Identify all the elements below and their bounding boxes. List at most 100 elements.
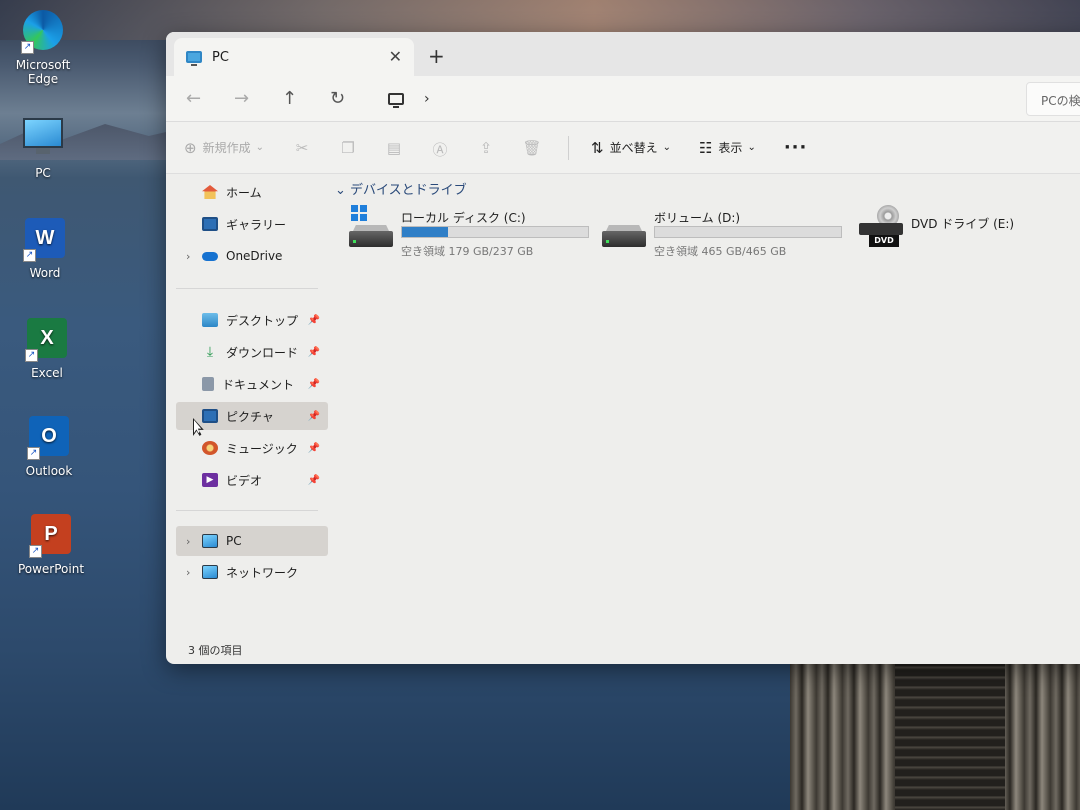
back-button[interactable]: ← [186,88,234,109]
expand-chevron-icon[interactable]: › [186,535,190,548]
pin-icon[interactable]: 📌 [308,315,320,326]
desktop-icon-edge[interactable]: ↗ Microsoft Edge [0,10,86,86]
refresh-button[interactable]: ↻ [330,88,378,109]
sidebar-item-music[interactable]: ミュージック 📌 [176,434,328,462]
sidebar-item-label: ミュージック [226,441,298,456]
share-icon[interactable]: ⇪ [476,139,496,157]
desktop-icon-powerpoint[interactable]: P ↗ PowerPoint [8,514,94,576]
shortcut-arrow-icon: ↗ [25,349,38,362]
expand-chevron-icon[interactable]: › [186,250,190,263]
drive-d[interactable]: ボリューム (D:) 空き領域 465 GB/465 GB [602,209,862,258]
delete-icon[interactable]: 🗑 [522,139,542,157]
dvd-drive-icon [859,223,903,235]
file-explorer-window: PC ✕ + ← → ↑ ↻ › PCの検 ⊕ 新規作成 ⌄ ✂ ❐ ▤ Ⓐ ⇪… [166,32,1080,664]
powerpoint-icon: P ↗ [29,514,73,558]
pc-icon [21,118,65,162]
sidebar-item-documents[interactable]: ドキュメント 📌 [176,370,328,398]
new-button[interactable]: ⊕ 新規作成 ⌄ [184,139,264,157]
sidebar-item-label: デスクトップ [226,313,299,328]
wallpaper-pier-steps [895,660,1005,810]
content-pane: ⌄ デバイスとドライブ ローカル ディスク (C:) 空き領域 179 GB/2… [331,174,1080,664]
sidebar-item-label: ダウンロード [226,345,299,360]
hard-drive-icon [602,231,646,247]
desktop-icon-label: Outlook [25,464,73,478]
sidebar-item-label: ネットワーク [226,565,299,580]
chevron-down-icon: ⌄ [662,142,671,153]
sidebar-item-desktop[interactable]: デスクトップ 📌 [176,306,328,334]
pin-icon[interactable]: 📌 [308,443,320,454]
up-button[interactable]: ↑ [282,88,330,109]
sidebar-divider [176,288,318,289]
group-header[interactable]: ⌄ デバイスとドライブ [335,179,467,198]
onedrive-icon [202,251,218,261]
sidebar-item-label: ドキュメント [222,377,295,392]
dvd-badge: DVD [869,235,899,247]
sidebar-item-label: ギャラリー [226,217,287,232]
sort-button[interactable]: ⇅ 並べ替え ⌄ [591,139,671,157]
storage-bar [401,226,589,238]
desktop-icon-label: PC [35,166,51,180]
command-separator [567,135,569,160]
rename-icon[interactable]: Ⓐ [430,139,450,159]
navigation-pane: ホーム ギャラリー › OneDrive デスクトップ 📌 ⤓ ダウンロード 📌 [166,174,328,664]
sidebar-item-label: PC [226,534,242,548]
new-tab-button[interactable]: + [428,44,445,68]
view-button[interactable]: ☷ 表示 ⌄ [699,139,756,157]
cut-icon[interactable]: ✂ [292,139,312,157]
tab-title: PC [212,49,229,65]
desktop-icon-excel[interactable]: X ↗ Excel [4,318,90,380]
drive-c[interactable]: ローカル ディスク (C:) 空き領域 179 GB/237 GB [349,205,609,258]
explorer-body: ホーム ギャラリー › OneDrive デスクトップ 📌 ⤓ ダウンロード 📌 [166,174,1080,664]
new-label: 新規作成 [202,141,251,155]
command-bar: ⊕ 新規作成 ⌄ ✂ ❐ ▤ Ⓐ ⇪ 🗑 ⇅ 並べ替え ⌄ ☷ 表示 ⌄ ··· [166,122,1080,174]
sidebar-item-gallery[interactable]: ギャラリー [176,210,328,238]
sidebar-item-home[interactable]: ホーム [176,178,328,206]
edge-icon: ↗ [21,10,65,54]
pc-icon [186,51,202,66]
sidebar-item-label: ホーム [226,185,262,200]
breadcrumb-chevron-icon[interactable]: › [424,91,430,107]
status-bar-item-count: 3 個の項目 [188,644,243,657]
shortcut-arrow-icon: ↗ [29,545,42,558]
sidebar-item-onedrive[interactable]: › OneDrive [176,242,328,270]
sidebar-item-network[interactable]: › ネットワーク [176,558,328,586]
search-input[interactable]: PCの検 [1026,82,1080,116]
sort-icon: ⇅ [590,138,604,157]
chevron-down-icon: ⌄ [335,183,351,198]
desktop-icon-label: Microsoft Edge [15,58,71,86]
forward-button[interactable]: → [234,88,282,109]
copy-icon[interactable]: ❐ [338,139,358,157]
network-icon [202,565,218,579]
shortcut-arrow-icon: ↗ [23,249,36,262]
desktop-icon-label: Word [29,266,61,280]
group-header-label: デバイスとドライブ [350,183,467,198]
drive-free-space: 空き領域 465 GB/465 GB [654,245,787,258]
drive-free-space: 空き領域 179 GB/237 GB [401,245,534,258]
gallery-icon [202,217,218,231]
desktop-icon-outlook[interactable]: O ↗ Outlook [6,416,92,478]
sidebar-item-videos[interactable]: ▶ ビデオ 📌 [176,466,328,494]
desktop-icon-word[interactable]: W ↗ Word [2,218,88,280]
view-label: 表示 [718,141,743,155]
word-icon: W ↗ [23,218,67,262]
pin-icon[interactable]: 📌 [308,379,320,390]
expand-chevron-icon[interactable]: › [186,566,190,579]
close-tab-icon[interactable]: ✕ [389,47,402,66]
pin-icon[interactable]: 📌 [308,411,320,422]
sidebar-item-downloads[interactable]: ⤓ ダウンロード 📌 [176,338,328,366]
tab-pc[interactable]: PC ✕ [174,38,414,76]
desktop-folder-icon [202,313,218,327]
drive-e[interactable]: DVD DVD ドライブ (E:) [859,205,1079,257]
desktop-icon-label: Excel [31,366,63,380]
sidebar-item-pc[interactable]: › PC [176,526,328,556]
pin-icon[interactable]: 📌 [308,475,320,486]
desktop-icon-label: PowerPoint [17,562,85,576]
desktop-icon-pc[interactable]: PC [0,118,86,180]
paste-icon[interactable]: ▤ [384,139,404,157]
address-pc-icon[interactable] [388,92,404,108]
pin-icon[interactable]: 📌 [308,347,320,358]
drive-name: ローカル ディスク (C:) [401,211,526,225]
drive-name: ボリューム (D:) [654,211,741,225]
navigation-bar: ← → ↑ ↻ › PCの検 [166,76,1080,122]
more-options-button[interactable]: ··· [784,137,808,158]
